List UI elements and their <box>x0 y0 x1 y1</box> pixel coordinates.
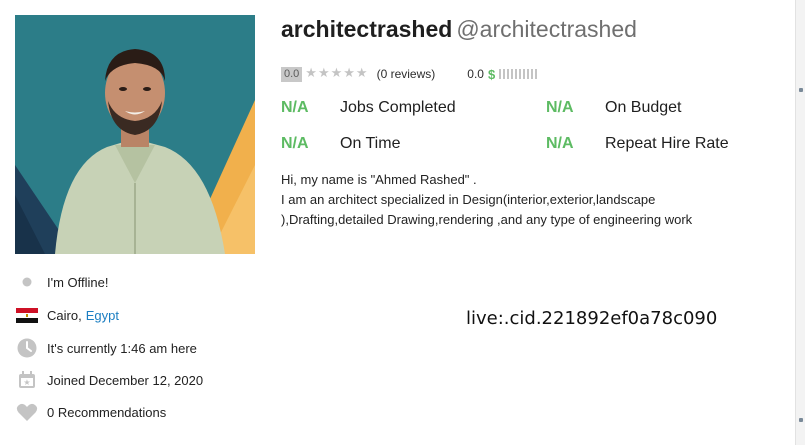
stat-on-budget: N/A On Budget <box>546 99 682 117</box>
online-status: I'm Offline! <box>15 271 108 293</box>
stat-repeat-hire-rate: N/A Repeat Hire Rate <box>546 135 729 153</box>
bio-line: Hi, my name is "Ahmed Rashed" . <box>281 172 477 187</box>
joined-date: ★ Joined December 12, 2020 <box>15 369 203 391</box>
stat-value: N/A <box>546 135 574 152</box>
live-id-text: live:.cid.221892ef0a78c090 <box>466 308 718 329</box>
status-text: I'm Offline! <box>47 274 109 290</box>
stat-value: N/A <box>281 135 309 152</box>
profile-bio: Hi, my name is "Ahmed Rashed" . I am an … <box>281 170 741 230</box>
scroll-marker <box>799 88 803 92</box>
rating-score-badge: 0.0 <box>281 66 303 82</box>
stat-label: On Budget <box>605 99 682 116</box>
joined-text: Joined December 12, 2020 <box>47 372 204 388</box>
star-icon: ★ <box>305 66 317 81</box>
star-icon: ★ <box>355 66 368 81</box>
profile-name: architectrashed @architectrashed <box>281 16 637 43</box>
avatar <box>15 15 255 254</box>
page-scrollbar[interactable] <box>795 0 805 445</box>
stat-on-time: N/A On Time <box>281 135 400 153</box>
star-icon: ★ <box>330 66 343 81</box>
city-text: Cairo, <box>47 307 82 323</box>
bio-line: I am an architect specialized in Design(… <box>281 192 656 207</box>
recommendations: 0 Recommendations <box>15 401 166 423</box>
clock-icon <box>15 337 39 359</box>
heart-icon <box>15 401 39 423</box>
avatar-photo <box>15 15 255 254</box>
local-time: It's currently 1:46 am here <box>15 337 197 359</box>
earnings-bar <box>499 69 539 79</box>
rating-row: 0.0 ★ ★ ★ ★ ★ (0 reviews) 0.0 $ <box>281 66 539 82</box>
dollar-icon: $ <box>487 66 496 82</box>
star-icon: ★ <box>317 66 330 81</box>
star-rating: ★ ★ ★ ★ ★ <box>305 67 368 81</box>
status-dot-icon <box>15 271 39 293</box>
stat-label: Repeat Hire Rate <box>605 135 729 152</box>
stat-label: On Time <box>340 135 401 152</box>
stat-value: N/A <box>281 99 309 116</box>
stat-label: Jobs Completed <box>340 99 456 116</box>
egypt-flag-icon <box>15 304 39 326</box>
reviews-count: (0 reviews) <box>376 67 436 81</box>
calendar-icon: ★ <box>15 369 39 391</box>
recommendations-text: 0 Recommendations <box>47 404 167 420</box>
location: Cairo, Egypt <box>15 304 119 326</box>
username: architectrashed <box>281 16 453 42</box>
stat-value: N/A <box>546 99 574 116</box>
stat-jobs-completed: N/A Jobs Completed <box>281 99 456 117</box>
local-time-text: It's currently 1:46 am here <box>47 340 197 356</box>
earnings-score: 0.0 <box>467 67 484 81</box>
scroll-marker <box>799 418 803 422</box>
bio-line: ),Drafting,detailed Drawing,rendering ,a… <box>281 212 693 227</box>
country-link[interactable]: Egypt <box>86 308 119 323</box>
user-handle: @architectrashed <box>456 16 637 42</box>
star-icon: ★ <box>343 66 355 81</box>
svg-text:★: ★ <box>23 378 30 387</box>
